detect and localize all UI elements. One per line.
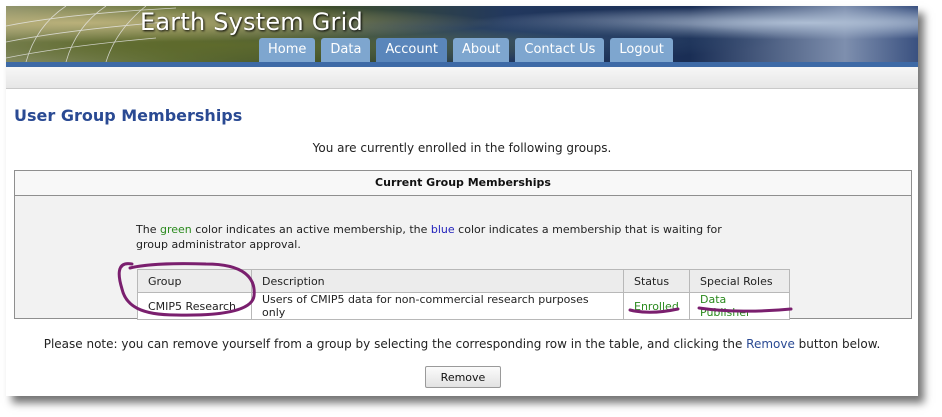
remove-button[interactable]: Remove (425, 366, 501, 388)
table-row[interactable]: CMIP5 Research Users of CMIP5 data for n… (137, 292, 790, 320)
cell-status[interactable]: Enrolled (623, 292, 690, 320)
note-text: button below. (794, 337, 881, 351)
group-memberships-panel: Current Group Memberships The green colo… (14, 170, 912, 320)
groups-table: Group Description Status Special Roles C… (137, 269, 790, 320)
nav-tab-account[interactable]: Account (376, 38, 447, 62)
legend-text: The (136, 223, 160, 236)
page-title: User Group Memberships (14, 106, 243, 125)
cell-special-roles[interactable]: Data Publisher (689, 292, 790, 320)
nav-tab-logout[interactable]: Logout (610, 38, 673, 62)
nav-tab-about[interactable]: About (452, 38, 510, 62)
removal-note: Please note: you can remove yourself fro… (6, 337, 918, 351)
column-header-group[interactable]: Group (137, 269, 252, 293)
nav-tab-data[interactable]: Data (321, 38, 371, 62)
panel-header: Current Group Memberships (15, 171, 911, 196)
browser-page: Earth System Grid Home Data Account Abou… (6, 6, 918, 396)
column-header-description[interactable]: Description (251, 269, 624, 293)
cell-description[interactable]: Users of CMIP5 data for non-commercial r… (251, 292, 624, 320)
sub-navigation-bar (6, 67, 918, 89)
cell-group[interactable]: CMIP5 Research (137, 292, 252, 320)
remove-link[interactable]: Remove (746, 337, 795, 351)
nav-tab-home[interactable]: Home (259, 38, 316, 62)
intro-text: You are currently enrolled in the follow… (312, 141, 612, 155)
banner: Earth System Grid Home Data Account Abou… (6, 6, 918, 62)
column-header-special-roles[interactable]: Special Roles (689, 269, 790, 293)
table-header-row: Group Description Status Special Roles (137, 269, 790, 293)
column-header-status[interactable]: Status (623, 269, 690, 293)
legend-text: color indicates an active membership, th… (191, 223, 431, 236)
color-legend: The green color indicates an active memb… (136, 222, 756, 252)
site-title: Earth System Grid (140, 8, 363, 36)
legend-green-word: green (159, 223, 192, 236)
main-nav: Home Data Account About Contact Us Logou… (259, 38, 673, 62)
nav-tab-contact-us[interactable]: Contact Us (515, 38, 605, 62)
note-text: Please note: you can remove yourself fro… (43, 337, 747, 351)
legend-blue-word: blue (430, 223, 455, 236)
